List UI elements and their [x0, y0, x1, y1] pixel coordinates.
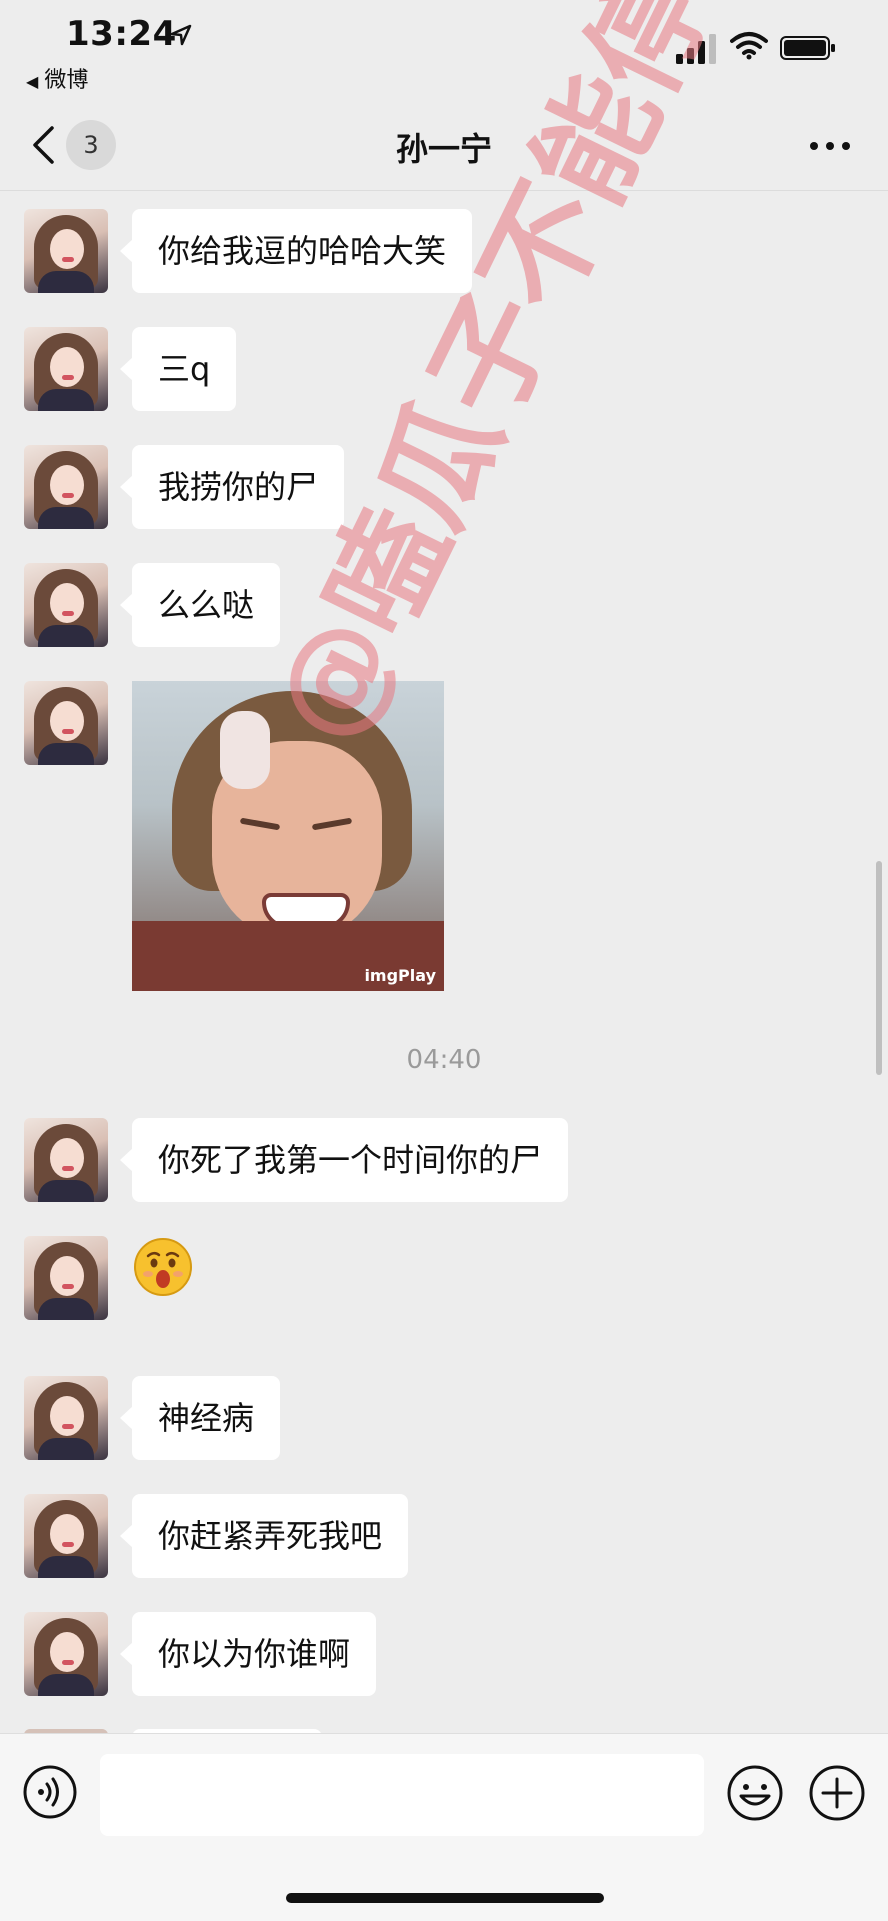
scrollbar[interactable] [876, 861, 882, 1075]
surprised-emoji-icon[interactable] [132, 1236, 194, 1298]
add-attachment-icon[interactable] [808, 1764, 866, 1822]
message-bubble[interactable]: 你给我逗的哈哈大笑 [119, 209, 473, 293]
location-arrow-icon [170, 24, 192, 46]
back-app-label: 微博 [44, 68, 89, 93]
cellular-signal-icon [676, 34, 716, 64]
message-bubble[interactable]: 你赶紧弄死我吧 [119, 1494, 409, 1578]
contact-avatar[interactable] [24, 1494, 108, 1578]
contact-avatar[interactable] [24, 1118, 108, 1202]
contact-avatar[interactable] [24, 445, 108, 529]
image-message[interactable]: imgPlay [132, 681, 444, 991]
message-input-bar [0, 1733, 888, 1921]
message-list[interactable]: 你给我逗的哈哈大笑 三q 我捞你的尸 么么哒 imgPlay 04:40 你死了… [0, 191, 888, 1733]
image-watermark-text: imgPlay [364, 966, 436, 985]
voice-input-icon[interactable] [22, 1764, 78, 1820]
message-text-input[interactable] [100, 1754, 704, 1836]
wifi-icon [730, 32, 768, 60]
contact-avatar[interactable] [24, 681, 108, 765]
back-triangle-icon: ◀ [26, 72, 39, 91]
contact-avatar[interactable] [24, 1376, 108, 1460]
chat-header: 3 孙一宁 [0, 100, 888, 191]
chat-title: 孙一宁 [395, 130, 492, 168]
contact-avatar[interactable] [24, 563, 108, 647]
message-bubble[interactable]: 么么哒 [119, 563, 281, 647]
message-bubble[interactable]: 我捞你的尸 [119, 445, 345, 529]
message-bubble[interactable]: 你死了我第一个时间你的尸 [119, 1118, 569, 1202]
more-options-icon[interactable] [808, 140, 852, 152]
status-bar: 13:24 ◀ 微博 [0, 0, 888, 100]
home-indicator[interactable] [286, 1893, 604, 1903]
status-time: 13:24 [66, 14, 177, 54]
message-bubble[interactable]: 神经病 [119, 1376, 281, 1460]
contact-avatar[interactable] [24, 1236, 108, 1320]
message-bubble[interactable]: 三q [119, 327, 237, 411]
message-timestamp: 04:40 [406, 1045, 482, 1075]
contact-avatar[interactable] [24, 1612, 108, 1696]
emoji-picker-icon[interactable] [726, 1764, 784, 1822]
back-to-app-link[interactable]: ◀ 微博 [26, 62, 88, 94]
contact-avatar[interactable] [24, 209, 108, 293]
contact-avatar[interactable] [24, 327, 108, 411]
battery-icon [780, 36, 835, 60]
message-bubble[interactable]: 你以为你谁啊 [119, 1612, 377, 1696]
